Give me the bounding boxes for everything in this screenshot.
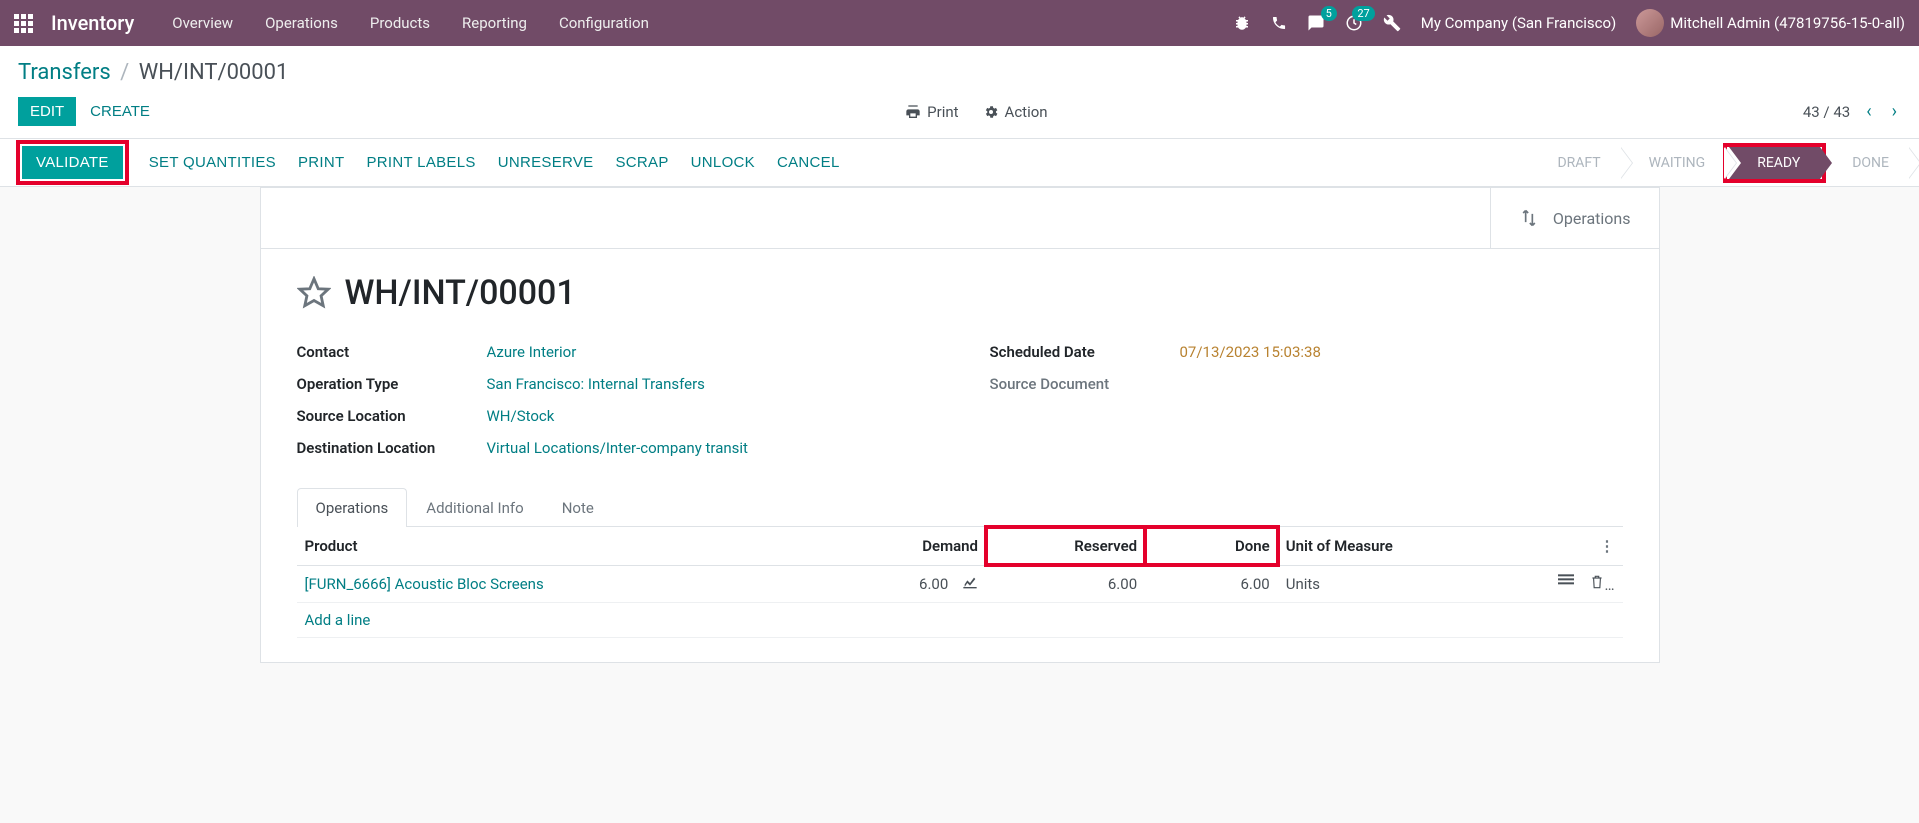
- topbar-right: 5 27 My Company (San Francisco) Mitchell…: [1233, 9, 1905, 37]
- nav-configuration[interactable]: Configuration: [559, 14, 649, 32]
- pager-count: 43 / 43: [1803, 103, 1850, 121]
- topbar: Inventory Overview Operations Products R…: [0, 0, 1919, 46]
- nav-operations[interactable]: Operations: [265, 14, 338, 32]
- tab-additional-info[interactable]: Additional Info: [407, 488, 542, 527]
- control-panel: Transfers / WH/INT/00001 EDIT CREATE Pri…: [0, 46, 1919, 139]
- action-menu[interactable]: Action: [983, 103, 1048, 121]
- swap-vertical-icon: [1519, 202, 1539, 234]
- cancel-button[interactable]: CANCEL: [777, 154, 840, 171]
- print-menu[interactable]: Print: [905, 103, 958, 121]
- operations-table: Product Demand Reserved Done Unit of Mea…: [297, 527, 1623, 638]
- row-demand: 6.00: [919, 575, 948, 593]
- gear-icon: [983, 104, 999, 120]
- form-sheet: Operations WH/INT/00001 Contact Azure In…: [260, 187, 1660, 663]
- debug-icon[interactable]: [1233, 14, 1251, 32]
- operations-stat-label: Operations: [1553, 209, 1631, 228]
- tools-icon[interactable]: [1383, 14, 1401, 32]
- scrap-button[interactable]: SCRAP: [615, 154, 668, 171]
- star-icon[interactable]: [297, 276, 331, 310]
- forecast-icon[interactable]: [962, 575, 978, 593]
- print-icon: [905, 104, 921, 120]
- edit-button[interactable]: EDIT: [18, 97, 76, 126]
- print-button[interactable]: PRINT: [298, 154, 345, 171]
- srcloc-label: Source Location: [297, 407, 487, 425]
- contact-value[interactable]: Azure Interior: [487, 343, 577, 361]
- table-row[interactable]: [FURN_6666] Acoustic Bloc Screens 6.00 6…: [297, 566, 1623, 603]
- add-line-label: Add a line: [305, 611, 371, 629]
- user-menu[interactable]: Mitchell Admin (47819756-15-0-all): [1636, 9, 1905, 37]
- row-done: 6.00: [1240, 575, 1269, 593]
- col-product: Product: [305, 537, 358, 555]
- col-done: Done: [1235, 537, 1270, 555]
- notebook-tabs: Operations Additional Info Note: [297, 487, 1623, 527]
- user-name: Mitchell Admin (47819756-15-0-all): [1670, 14, 1905, 32]
- row-uom: Units: [1286, 575, 1320, 593]
- messages-icon[interactable]: 5: [1307, 14, 1325, 32]
- col-reserved: Reserved: [1074, 537, 1137, 555]
- optype-value[interactable]: San Francisco: Internal Transfers: [487, 375, 705, 393]
- dstloc-value[interactable]: Virtual Locations/Inter-company transit: [487, 439, 748, 457]
- srcloc-value[interactable]: WH/Stock: [487, 407, 555, 425]
- company-selector[interactable]: My Company (San Francisco): [1421, 14, 1616, 32]
- avatar-icon: [1636, 9, 1664, 37]
- breadcrumb-root[interactable]: Transfers: [18, 60, 111, 85]
- activities-icon[interactable]: 27: [1345, 14, 1363, 32]
- apps-launcher-icon[interactable]: [14, 14, 33, 33]
- col-demand: Demand: [922, 537, 978, 555]
- pager-prev[interactable]: ‹: [1862, 97, 1875, 126]
- state-waiting[interactable]: WAITING: [1621, 147, 1726, 179]
- statusbar-buttons: VALIDATE SET QUANTITIES PRINT PRINT LABE…: [0, 139, 840, 186]
- app-name: Inventory: [51, 11, 134, 35]
- tab-operations[interactable]: Operations: [297, 488, 408, 527]
- breadcrumb-current: WH/INT/00001: [139, 60, 289, 85]
- col-uom: Unit of Measure: [1286, 537, 1393, 555]
- statusbar: VALIDATE SET QUANTITIES PRINT PRINT LABE…: [0, 139, 1919, 187]
- activities-badge: 27: [1352, 6, 1374, 21]
- operations-stat-button[interactable]: Operations: [1490, 188, 1659, 248]
- state-done[interactable]: DONE: [1824, 147, 1909, 179]
- state-draft[interactable]: DRAFT: [1529, 147, 1620, 179]
- unreserve-button[interactable]: UNRESERVE: [498, 154, 594, 171]
- delete-icon[interactable]: …: [1590, 574, 1614, 594]
- srcdoc-label: Source Document: [990, 375, 1180, 393]
- set-quantities-button[interactable]: SET QUANTITIES: [149, 154, 276, 171]
- statusbar-states: DRAFT WAITING READY DONE: [1529, 139, 1919, 186]
- action-label: Action: [1005, 103, 1048, 121]
- stat-button-box: Operations: [261, 188, 1659, 249]
- table-options-icon[interactable]: ⋮: [1600, 537, 1615, 555]
- record-title: WH/INT/00001: [345, 273, 576, 313]
- row-reserved: 6.00: [1108, 575, 1137, 593]
- tab-note[interactable]: Note: [543, 488, 613, 527]
- validate-highlight: VALIDATE: [18, 142, 127, 183]
- sched-label: Scheduled Date: [990, 343, 1180, 361]
- nav-products[interactable]: Products: [370, 14, 430, 32]
- unlock-button[interactable]: UNLOCK: [691, 154, 755, 171]
- pager-next[interactable]: ›: [1888, 97, 1901, 126]
- phone-icon[interactable]: [1271, 15, 1287, 31]
- sched-value: 07/13/2023 15:03:38: [1180, 343, 1321, 361]
- add-line-row[interactable]: Add a line: [297, 603, 1623, 638]
- contact-label: Contact: [297, 343, 487, 361]
- breadcrumb: Transfers / WH/INT/00001: [18, 60, 1901, 85]
- top-nav: Overview Operations Products Reporting C…: [172, 14, 1214, 32]
- print-label: Print: [927, 103, 958, 121]
- row-product[interactable]: [FURN_6666] Acoustic Bloc Screens: [305, 575, 544, 593]
- optype-label: Operation Type: [297, 375, 487, 393]
- breadcrumb-sep: /: [120, 60, 129, 85]
- nav-overview[interactable]: Overview: [172, 14, 233, 32]
- dstloc-label: Destination Location: [297, 439, 487, 457]
- print-labels-button[interactable]: PRINT LABELS: [366, 154, 475, 171]
- create-button[interactable]: CREATE: [90, 103, 150, 120]
- detail-icon[interactable]: [1558, 574, 1574, 594]
- ready-highlight: READY: [1725, 145, 1824, 181]
- nav-reporting[interactable]: Reporting: [462, 14, 527, 32]
- validate-button[interactable]: VALIDATE: [22, 146, 123, 179]
- state-ready[interactable]: READY: [1729, 147, 1820, 179]
- messages-badge: 5: [1321, 6, 1337, 21]
